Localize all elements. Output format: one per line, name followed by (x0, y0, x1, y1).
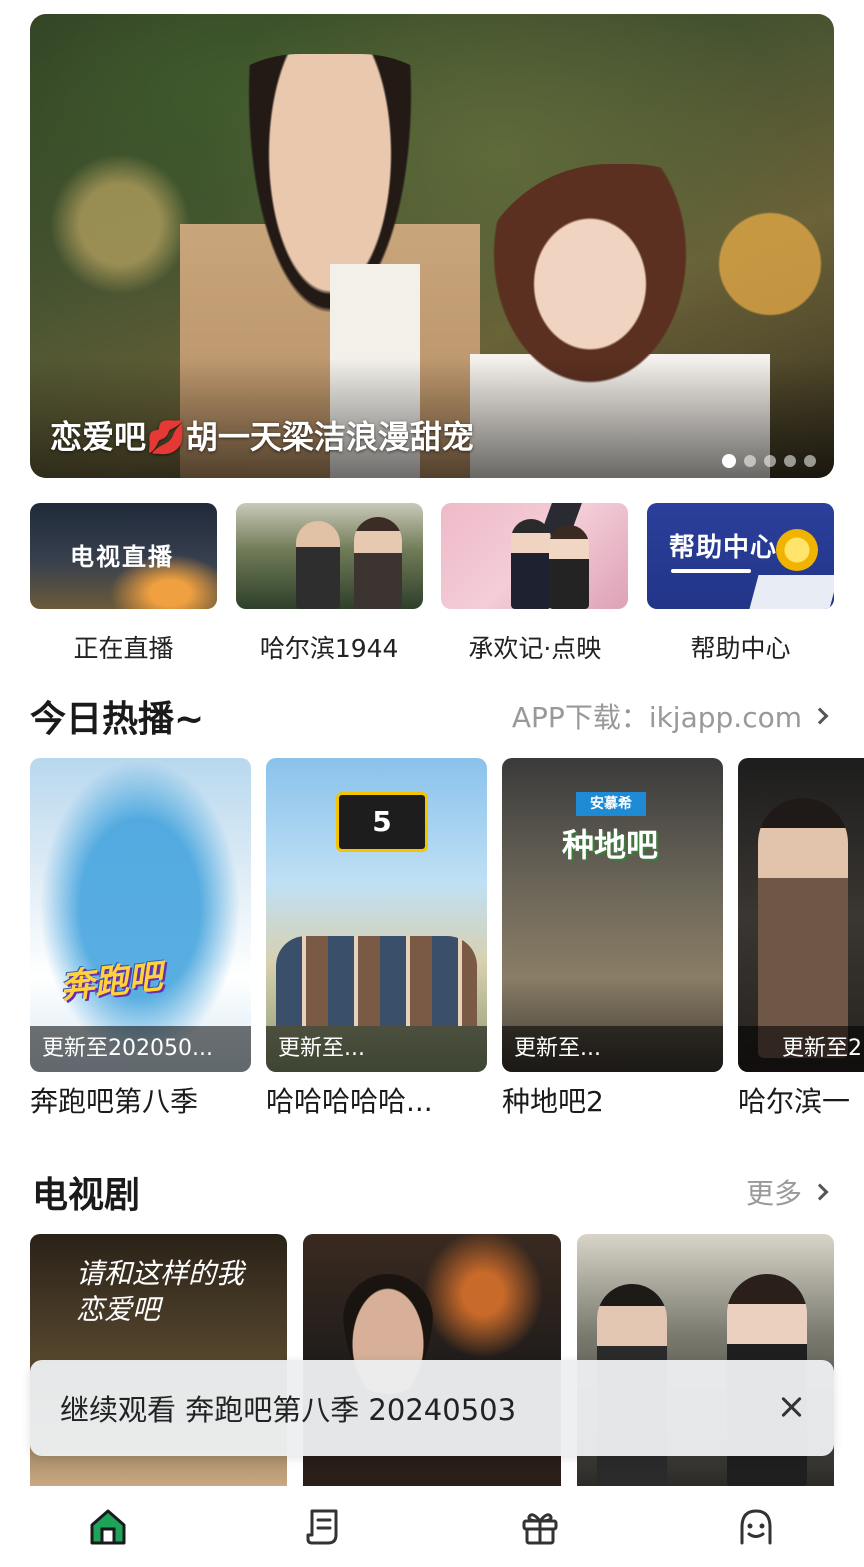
section-title-today-hot: 今日热播~ (30, 699, 205, 740)
nav-gift[interactable] (510, 1497, 570, 1557)
harbin-thumbnail (235, 503, 423, 609)
quick-entries: 电视直播 正在直播 哈尔滨1944 承欢记·点映 帮助中心 帮助中心 (30, 503, 834, 665)
card-title: 奔跑吧第八季 (30, 1085, 199, 1118)
continue-watching-toast[interactable]: 继续观看 奔跑吧第八季 20240503 (30, 1360, 834, 1456)
bottom-nav (0, 1486, 864, 1567)
quick-entry-chenghuanji[interactable]: 承欢记·点映 (441, 503, 629, 665)
carousel-dot[interactable] (722, 454, 736, 468)
close-icon[interactable] (778, 1394, 804, 1420)
hot-card[interactable]: 更新至2 哈尔滨一 (738, 758, 864, 1118)
update-badge: 更新至2 (738, 1026, 864, 1072)
nav-home[interactable] (78, 1497, 138, 1557)
hero-banner[interactable]: 恋爱吧💋胡一天梁洁浪漫甜宠 (30, 14, 834, 478)
quick-entry-help[interactable]: 帮助中心 帮助中心 (646, 503, 834, 665)
live-thumbnail: 电视直播 (30, 503, 217, 609)
banner-caption: 恋爱吧💋胡一天梁洁浪漫甜宠 (50, 418, 474, 456)
lips-icon: 💋 (146, 418, 186, 456)
today-hot-list: 奔跑吧 更新至202050... 奔跑吧第八季 5 更新至... 哈哈哈哈哈..… (30, 758, 864, 1118)
poster-image: 5 更新至... (266, 758, 487, 1072)
carousel-dot[interactable] (744, 455, 756, 467)
card-title: 哈尔滨一 (738, 1085, 851, 1118)
hot-card[interactable]: 安慕希 种地吧 更新至... 种地吧2 (502, 758, 723, 1118)
carousel-dot[interactable] (764, 455, 776, 467)
poster-image: 安慕希 种地吧 更新至... (502, 758, 723, 1072)
list-icon (306, 1509, 338, 1544)
chenghuanji-thumbnail (441, 503, 629, 609)
help-thumbnail: 帮助中心 (646, 503, 834, 609)
quick-entry-harbin[interactable]: 哈尔滨1944 (235, 503, 423, 665)
gift-icon (522, 1512, 558, 1544)
lightbulb-icon (775, 529, 818, 571)
section-title-tv-drama: 电视剧 (32, 1175, 141, 1216)
quick-entry-label: 承欢记·点映 (468, 634, 602, 663)
profile-icon (740, 1508, 772, 1544)
card-title: 种地吧2 (502, 1085, 604, 1118)
quick-entry-label: 正在直播 (73, 634, 174, 663)
update-badge: 更新至202050... (30, 1026, 251, 1072)
carousel-dot[interactable] (804, 455, 816, 467)
more-link[interactable]: 更多 (746, 1172, 829, 1212)
nav-list[interactable] (294, 1497, 354, 1557)
carousel-dots (722, 454, 816, 468)
carousel-dot[interactable] (784, 455, 796, 467)
nav-profile[interactable] (726, 1497, 786, 1557)
card-title: 哈哈哈哈哈... (266, 1085, 433, 1118)
quick-entry-label: 哈尔滨1944 (259, 634, 399, 663)
poster-image: 更新至2 (738, 758, 864, 1072)
home-icon (90, 1509, 126, 1544)
app-download-link[interactable]: APP下载：ikjapp.com (512, 696, 829, 736)
quick-entry-label: 帮助中心 (690, 634, 791, 663)
chevron-right-icon (811, 1183, 829, 1201)
update-badge: 更新至... (266, 1026, 487, 1072)
update-badge: 更新至... (502, 1026, 723, 1072)
poster-image: 奔跑吧 更新至202050... (30, 758, 251, 1072)
hot-card[interactable]: 5 更新至... 哈哈哈哈哈... (266, 758, 487, 1118)
hot-card[interactable]: 奔跑吧 更新至202050... 奔跑吧第八季 (30, 758, 251, 1118)
quick-entry-live[interactable]: 电视直播 正在直播 (30, 503, 217, 665)
continue-watching-text: 继续观看 奔跑吧第八季 20240503 (60, 1393, 517, 1427)
chevron-right-icon (811, 707, 829, 725)
